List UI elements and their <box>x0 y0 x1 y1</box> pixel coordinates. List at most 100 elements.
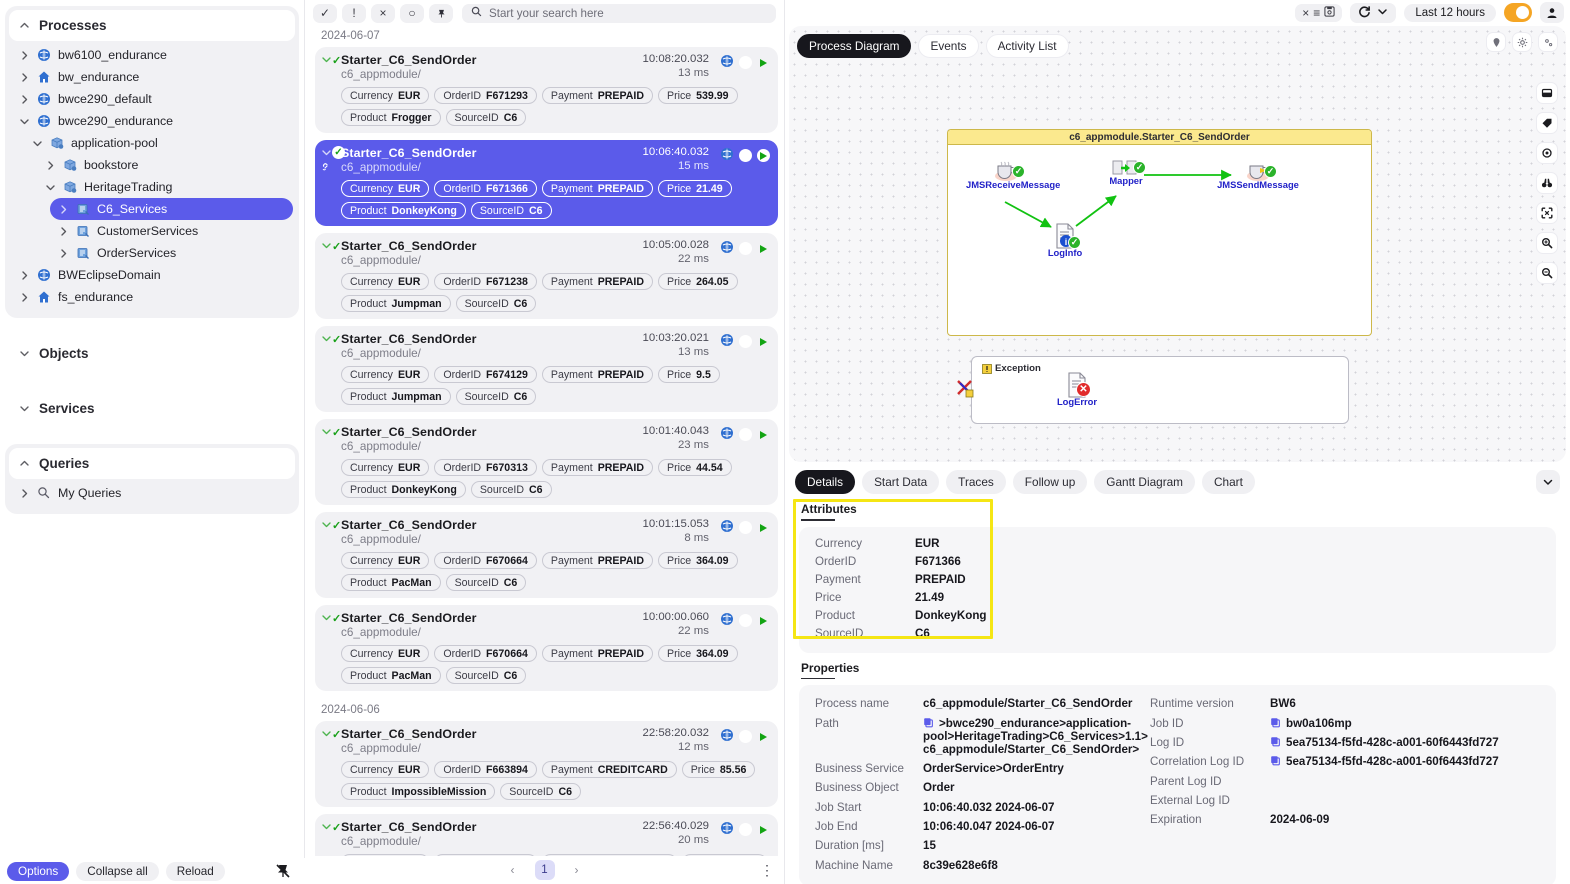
services-header[interactable]: Services <box>9 393 295 424</box>
sidebar-item-orderservices[interactable]: OrderServices <box>50 242 293 264</box>
chevron-down-icon[interactable] <box>19 116 30 127</box>
tab-follow-up[interactable]: Follow up <box>1012 470 1088 494</box>
settings-tool-icon[interactable] <box>1512 32 1532 52</box>
bw-globe-icon[interactable] <box>720 147 734 164</box>
unpin-icon[interactable] <box>274 862 292 880</box>
options-button[interactable]: Options <box>7 861 70 881</box>
copy-icon[interactable] <box>1270 755 1281 766</box>
layout-tool-icon[interactable] <box>1536 82 1558 104</box>
play-button[interactable] <box>757 823 770 836</box>
zoom-out-tool-icon[interactable] <box>1536 262 1558 284</box>
list-options-button[interactable]: ⋮ <box>760 862 774 879</box>
chevron-right-icon[interactable] <box>58 248 69 259</box>
play-button[interactable] <box>757 521 770 534</box>
chevron-down-icon[interactable] <box>321 54 332 65</box>
search-input[interactable] <box>489 6 767 20</box>
collapse-details-button[interactable] <box>1536 470 1560 494</box>
play-button[interactable] <box>757 149 770 162</box>
node-logerror[interactable]: ✕ LogError <box>1048 371 1106 407</box>
chevron-right-icon[interactable] <box>19 72 30 83</box>
state-dot[interactable] <box>739 428 752 441</box>
bw-globe-icon[interactable] <box>720 240 734 257</box>
play-button[interactable] <box>757 56 770 69</box>
save-query-icon[interactable] <box>1324 5 1335 20</box>
refresh-dropdown-icon[interactable] <box>1377 6 1388 20</box>
bw-globe-icon[interactable] <box>720 519 734 536</box>
list-view-button[interactable]: ≡ <box>1313 6 1320 20</box>
next-page-button[interactable]: › <box>567 860 587 880</box>
event-list[interactable]: 2024-06-07 ✓ Starter_C6_SendOrder c6_appmod… <box>305 24 784 856</box>
bw-globe-icon[interactable] <box>720 426 734 443</box>
target-tool-icon[interactable] <box>1536 142 1558 164</box>
tab-events[interactable]: Events <box>918 34 979 58</box>
tab-gantt-diagram[interactable]: Gantt Diagram <box>1094 470 1196 494</box>
pin-tool-icon[interactable] <box>1486 32 1506 52</box>
event-row[interactable]: ✓ Starter_C6_SendOrder c6_appmodule/22:56:… <box>315 814 778 856</box>
bw-globe-icon[interactable] <box>720 728 734 745</box>
play-button[interactable] <box>757 335 770 348</box>
filter-pending-button[interactable]: ○ <box>400 3 424 23</box>
copy-icon[interactable] <box>923 717 934 728</box>
sidebar-item-bookstore[interactable]: bookstore <box>37 154 293 176</box>
tab-chart[interactable]: Chart <box>1202 470 1255 494</box>
pin-button[interactable] <box>429 3 453 23</box>
event-row[interactable]: ✓ Starter_C6_SendOrder c6_appmodule/10:01:… <box>315 512 778 598</box>
current-page[interactable]: 1 <box>534 860 555 880</box>
bw-globe-icon[interactable] <box>720 821 734 838</box>
time-range-selector[interactable]: Last 12 hours <box>1404 3 1496 22</box>
chevron-right-icon[interactable] <box>19 94 30 105</box>
fit-tool-icon[interactable] <box>1536 202 1558 224</box>
sidebar-item-customerservices[interactable]: CustomerServices <box>50 220 293 242</box>
queries-header[interactable]: Queries <box>9 448 295 479</box>
filter-warning-button[interactable]: ! <box>342 3 366 23</box>
state-dot[interactable] <box>739 521 752 534</box>
refresh-icon[interactable] <box>1358 5 1371 21</box>
state-dot[interactable] <box>739 56 752 69</box>
event-row[interactable]: ✓ Starter_C6_SendOrder c6_appmodule/10:00:… <box>315 605 778 691</box>
chevron-down-icon[interactable] <box>45 182 56 193</box>
chevron-down-icon[interactable] <box>321 612 332 623</box>
node-loginfo[interactable]: i ✓ LogInfo <box>1036 222 1094 258</box>
sidebar-item-bwce290_default[interactable]: bwce290_default <box>11 88 293 110</box>
user-menu-button[interactable] <box>1540 2 1564 23</box>
chevron-right-icon[interactable] <box>45 160 56 171</box>
tag-tool-icon[interactable] <box>1536 112 1558 134</box>
chevron-right-icon[interactable] <box>58 226 69 237</box>
sidebar-item-fs_endurance[interactable]: fs_endurance <box>11 286 293 308</box>
node-mapper[interactable]: ✓ Mapper <box>1096 158 1156 186</box>
search-bar[interactable] <box>462 3 776 23</box>
event-row[interactable]: ✓ Starter_C6_SendOrder c6_appmodule/10:05:… <box>315 233 778 319</box>
sidebar-item-my-queries[interactable]: My Queries <box>11 482 293 504</box>
state-dot[interactable] <box>739 730 752 743</box>
tab-process-diagram[interactable]: Process Diagram <box>797 34 912 58</box>
chevron-down-icon[interactable] <box>32 138 43 149</box>
chevron-down-icon[interactable] <box>321 333 332 344</box>
tab-start-data[interactable]: Start Data <box>862 470 940 494</box>
advanced-settings-tool-icon[interactable] <box>1538 32 1558 52</box>
state-dot[interactable] <box>739 823 752 836</box>
sidebar-item-c6_services[interactable]: C6_Services <box>50 198 293 220</box>
reload-button[interactable]: Reload <box>165 861 225 881</box>
processes-header[interactable]: Processes <box>9 10 295 41</box>
bw-globe-icon[interactable] <box>720 54 734 71</box>
chevron-down-icon[interactable] <box>321 821 332 832</box>
copy-icon[interactable] <box>1270 717 1281 728</box>
play-button[interactable] <box>757 242 770 255</box>
event-row[interactable]: ✓ Starter_C6_SendOrder c6_appmodule/10:01:… <box>315 419 778 505</box>
play-button[interactable] <box>757 730 770 743</box>
tab-details[interactable]: Details <box>795 470 856 494</box>
play-button[interactable] <box>757 428 770 441</box>
bw-globe-icon[interactable] <box>720 333 734 350</box>
sidebar-item-bw_endurance[interactable]: bw_endurance <box>11 66 293 88</box>
chevron-right-icon[interactable] <box>19 292 30 303</box>
chevron-down-icon[interactable] <box>321 147 332 158</box>
chevron-right-icon[interactable] <box>19 488 30 499</box>
theme-toggle[interactable] <box>1504 3 1532 22</box>
filter-success-button[interactable]: ✓ <box>313 3 337 23</box>
node-jmsreceivemessage[interactable]: ✓ JMSReceiveMessage <box>966 160 1060 190</box>
clear-button[interactable]: × <box>1302 6 1309 20</box>
state-dot[interactable] <box>739 614 752 627</box>
zoom-in-tool-icon[interactable] <box>1536 232 1558 254</box>
chevron-down-icon[interactable] <box>321 519 332 530</box>
sidebar-item-heritagetrading[interactable]: HeritageTrading <box>37 176 293 198</box>
